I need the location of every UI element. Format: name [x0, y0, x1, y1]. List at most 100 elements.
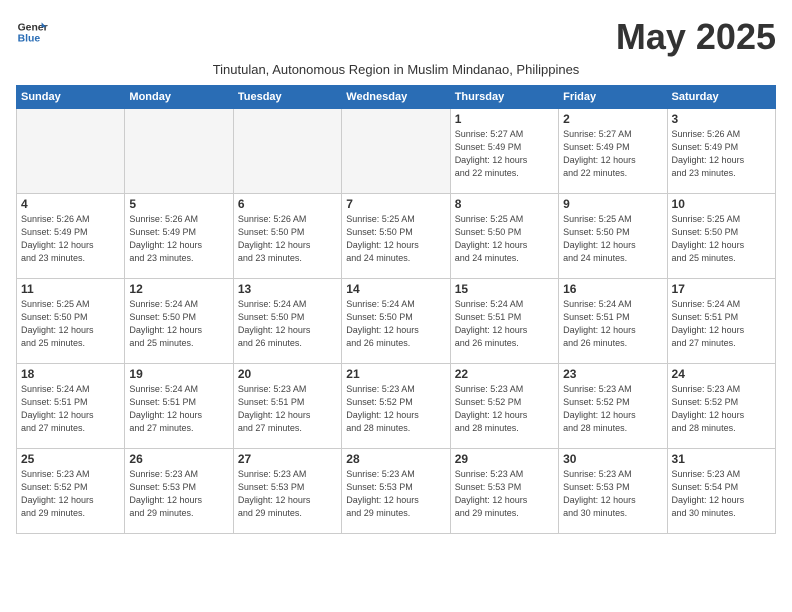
calendar-cell: 30 Sunrise: 5:23 AM Sunset: 5:53 PM Dayli…	[559, 449, 667, 534]
calendar-cell: 29 Sunrise: 5:23 AM Sunset: 5:53 PM Dayli…	[450, 449, 558, 534]
day-number: 23	[563, 367, 662, 381]
weekday-monday: Monday	[125, 86, 233, 109]
calendar-cell: 6Sunrise: 5:26 AM Sunset: 5:50 PM Daylig…	[233, 194, 341, 279]
calendar-cell: 18 Sunrise: 5:24 AM Sunset: 5:51 PM Dayli…	[17, 364, 125, 449]
day-info: Sunrise: 5:25 AM Sunset: 5:50 PM Dayligh…	[455, 213, 554, 265]
day-number: 17	[672, 282, 771, 296]
day-number: 9	[563, 197, 662, 211]
calendar-cell: 14 Sunrise: 5:24 AM Sunset: 5:50 PM Dayli…	[342, 279, 450, 364]
day-number: 31	[672, 452, 771, 466]
calendar-table: SundayMondayTuesdayWednesdayThursdayFrid…	[16, 85, 776, 534]
svg-text:Blue: Blue	[18, 34, 41, 45]
day-number: 11	[21, 282, 120, 296]
day-number: 28	[346, 452, 445, 466]
day-number: 18	[21, 367, 120, 381]
day-info: Sunrise: 5:24 AM Sunset: 5:51 PM Dayligh…	[21, 383, 120, 435]
day-info: Sunrise: 5:23 AM Sunset: 5:54 PM Dayligh…	[672, 468, 771, 520]
calendar-cell: 15 Sunrise: 5:24 AM Sunset: 5:51 PM Dayli…	[450, 279, 558, 364]
day-info: Sunrise: 5:24 AM Sunset: 5:51 PM Dayligh…	[563, 298, 662, 350]
day-info: Sunrise: 5:23 AM Sunset: 5:52 PM Dayligh…	[672, 383, 771, 435]
weekday-sunday: Sunday	[17, 86, 125, 109]
day-info: Sunrise: 5:23 AM Sunset: 5:53 PM Dayligh…	[455, 468, 554, 520]
weekday-saturday: Saturday	[667, 86, 775, 109]
month-title: May 2025	[616, 16, 776, 58]
calendar-cell: 13 Sunrise: 5:24 AM Sunset: 5:50 PM Dayli…	[233, 279, 341, 364]
day-info: Sunrise: 5:27 AM Sunset: 5:49 PM Dayligh…	[455, 128, 554, 180]
weekday-friday: Friday	[559, 86, 667, 109]
calendar-cell: 1 Sunrise: 5:27 AM Sunset: 5:49 PM Daylig…	[450, 109, 558, 194]
calendar-cell: 2Sunrise: 5:27 AM Sunset: 5:49 PM Daylig…	[559, 109, 667, 194]
week-row-5: 25 Sunrise: 5:23 AM Sunset: 5:52 PM Dayli…	[17, 449, 776, 534]
calendar-cell	[17, 109, 125, 194]
day-info: Sunrise: 5:25 AM Sunset: 5:50 PM Dayligh…	[563, 213, 662, 265]
day-number: 25	[21, 452, 120, 466]
day-number: 19	[129, 367, 228, 381]
day-info: Sunrise: 5:26 AM Sunset: 5:49 PM Dayligh…	[672, 128, 771, 180]
day-info: Sunrise: 5:24 AM Sunset: 5:50 PM Dayligh…	[346, 298, 445, 350]
calendar-cell: 10Sunrise: 5:25 AM Sunset: 5:50 PM Dayli…	[667, 194, 775, 279]
calendar-cell: 24 Sunrise: 5:23 AM Sunset: 5:52 PM Dayli…	[667, 364, 775, 449]
calendar-cell: 17 Sunrise: 5:24 AM Sunset: 5:51 PM Dayli…	[667, 279, 775, 364]
calendar-cell: 8 Sunrise: 5:25 AM Sunset: 5:50 PM Daylig…	[450, 194, 558, 279]
week-row-4: 18 Sunrise: 5:24 AM Sunset: 5:51 PM Dayli…	[17, 364, 776, 449]
calendar-cell: 7 Sunrise: 5:25 AM Sunset: 5:50 PM Daylig…	[342, 194, 450, 279]
page-header: General Blue May 2025	[16, 16, 776, 58]
calendar-cell: 26Sunrise: 5:23 AM Sunset: 5:53 PM Dayli…	[125, 449, 233, 534]
calendar-cell	[125, 109, 233, 194]
day-info: Sunrise: 5:25 AM Sunset: 5:50 PM Dayligh…	[346, 213, 445, 265]
calendar-cell: 27 Sunrise: 5:23 AM Sunset: 5:53 PM Dayli…	[233, 449, 341, 534]
day-number: 24	[672, 367, 771, 381]
day-info: Sunrise: 5:23 AM Sunset: 5:53 PM Dayligh…	[129, 468, 228, 520]
weekday-tuesday: Tuesday	[233, 86, 341, 109]
calendar-cell	[342, 109, 450, 194]
day-number: 16	[563, 282, 662, 296]
calendar-cell: 21Sunrise: 5:23 AM Sunset: 5:52 PM Dayli…	[342, 364, 450, 449]
day-number: 15	[455, 282, 554, 296]
calendar-cell: 3Sunrise: 5:26 AM Sunset: 5:49 PM Daylig…	[667, 109, 775, 194]
day-info: Sunrise: 5:23 AM Sunset: 5:53 PM Dayligh…	[346, 468, 445, 520]
logo: General Blue	[16, 16, 48, 48]
calendar-cell: 19 Sunrise: 5:24 AM Sunset: 5:51 PM Dayli…	[125, 364, 233, 449]
day-number: 4	[21, 197, 120, 211]
day-info: Sunrise: 5:24 AM Sunset: 5:51 PM Dayligh…	[129, 383, 228, 435]
day-info: Sunrise: 5:24 AM Sunset: 5:51 PM Dayligh…	[672, 298, 771, 350]
day-info: Sunrise: 5:23 AM Sunset: 5:53 PM Dayligh…	[563, 468, 662, 520]
day-info: Sunrise: 5:26 AM Sunset: 5:49 PM Dayligh…	[21, 213, 120, 265]
calendar-cell: 11 Sunrise: 5:25 AM Sunset: 5:50 PM Dayli…	[17, 279, 125, 364]
day-info: Sunrise: 5:23 AM Sunset: 5:53 PM Dayligh…	[238, 468, 337, 520]
day-number: 14	[346, 282, 445, 296]
calendar-cell: 22Sunrise: 5:23 AM Sunset: 5:52 PM Dayli…	[450, 364, 558, 449]
day-info: Sunrise: 5:24 AM Sunset: 5:50 PM Dayligh…	[238, 298, 337, 350]
day-info: Sunrise: 5:25 AM Sunset: 5:50 PM Dayligh…	[21, 298, 120, 350]
svg-text:General: General	[18, 22, 48, 33]
week-row-2: 4 Sunrise: 5:26 AM Sunset: 5:49 PM Daylig…	[17, 194, 776, 279]
day-number: 6	[238, 197, 337, 211]
calendar-cell	[233, 109, 341, 194]
calendar-cell: 4 Sunrise: 5:26 AM Sunset: 5:49 PM Daylig…	[17, 194, 125, 279]
day-number: 29	[455, 452, 554, 466]
day-number: 8	[455, 197, 554, 211]
weekday-wednesday: Wednesday	[342, 86, 450, 109]
calendar-cell: 16 Sunrise: 5:24 AM Sunset: 5:51 PM Dayli…	[559, 279, 667, 364]
calendar-cell: 23Sunrise: 5:23 AM Sunset: 5:52 PM Dayli…	[559, 364, 667, 449]
logo-icon: General Blue	[16, 16, 48, 48]
week-row-1: 1 Sunrise: 5:27 AM Sunset: 5:49 PM Daylig…	[17, 109, 776, 194]
day-info: Sunrise: 5:23 AM Sunset: 5:52 PM Dayligh…	[21, 468, 120, 520]
calendar-cell: 9 Sunrise: 5:25 AM Sunset: 5:50 PM Daylig…	[559, 194, 667, 279]
day-number: 1	[455, 112, 554, 126]
calendar-subtitle: Tinutulan, Autonomous Region in Muslim M…	[16, 62, 776, 77]
day-number: 30	[563, 452, 662, 466]
calendar-cell: 31 Sunrise: 5:23 AM Sunset: 5:54 PM Dayli…	[667, 449, 775, 534]
calendar-body: 1 Sunrise: 5:27 AM Sunset: 5:49 PM Daylig…	[17, 109, 776, 534]
day-number: 7	[346, 197, 445, 211]
calendar-cell: 25 Sunrise: 5:23 AM Sunset: 5:52 PM Dayli…	[17, 449, 125, 534]
day-number: 27	[238, 452, 337, 466]
calendar-cell: 12Sunrise: 5:24 AM Sunset: 5:50 PM Dayli…	[125, 279, 233, 364]
day-info: Sunrise: 5:23 AM Sunset: 5:52 PM Dayligh…	[346, 383, 445, 435]
day-info: Sunrise: 5:23 AM Sunset: 5:51 PM Dayligh…	[238, 383, 337, 435]
calendar-cell: 5Sunrise: 5:26 AM Sunset: 5:49 PM Daylig…	[125, 194, 233, 279]
day-number: 20	[238, 367, 337, 381]
day-info: Sunrise: 5:24 AM Sunset: 5:51 PM Dayligh…	[455, 298, 554, 350]
day-number: 13	[238, 282, 337, 296]
day-number: 12	[129, 282, 228, 296]
